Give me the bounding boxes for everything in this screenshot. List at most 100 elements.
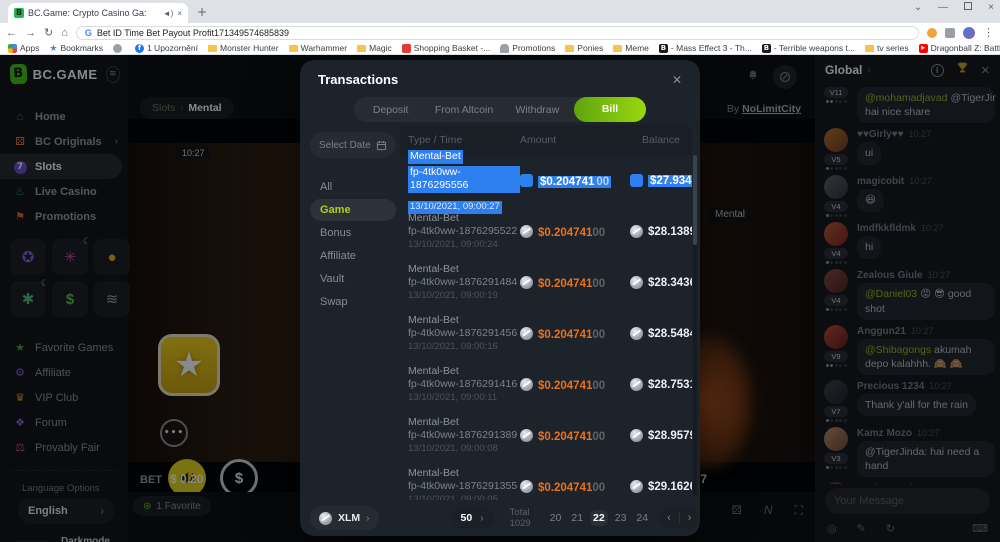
- browser-tab[interactable]: B BC.Game: Crypto Casino Ga: ◄) ×: [8, 3, 188, 23]
- filter-affiliate[interactable]: Affiliate: [310, 245, 396, 267]
- profile-avatar[interactable]: [963, 27, 975, 39]
- pagination: 20 21 22 23 24: [547, 510, 651, 526]
- chevron-right-icon: ›: [480, 513, 483, 524]
- bookmark-item[interactable]: [113, 44, 125, 53]
- b-favicon-icon: B: [762, 44, 771, 53]
- browser-chrome: B BC.Game: Crypto Casino Ga: ◄) × + ⌄ — …: [0, 0, 1000, 55]
- xlm-coin-icon: [630, 276, 643, 289]
- bookmark-item[interactable]: f1 Upozornění: [135, 43, 198, 53]
- modal-tab-bar: Deposit From Altcoin Withdraw Bill: [354, 97, 646, 122]
- transaction-row[interactable]: Mental-Betfp-4tk0ww-187629135513/10/2021…: [400, 461, 692, 500]
- site-favicon-icon: B: [14, 8, 24, 18]
- tab-search-icon[interactable]: ⌄: [914, 2, 922, 13]
- bookmark-item[interactable]: B- Terrible weapons t...: [762, 43, 855, 53]
- folder-icon: [613, 45, 622, 52]
- home-icon[interactable]: ⌂: [61, 27, 68, 39]
- chrome-menu-icon[interactable]: ⋮: [983, 26, 994, 39]
- folder-icon: [289, 45, 298, 52]
- chevron-right-icon: ›: [366, 513, 369, 524]
- apps-grid-icon: [8, 44, 17, 53]
- tab-withdraw[interactable]: Withdraw: [501, 104, 574, 116]
- tab-deposit[interactable]: Deposit: [354, 104, 427, 116]
- page-number[interactable]: 23: [612, 510, 630, 526]
- window-maximize-button[interactable]: [964, 2, 972, 13]
- extension-icon[interactable]: [927, 28, 937, 38]
- xlm-coin-icon: [520, 276, 533, 289]
- transaction-row[interactable]: Mental-Betfp-4tk0ww-187629148413/10/2021…: [400, 257, 692, 308]
- page-number[interactable]: 24: [633, 510, 651, 526]
- bookmark-item[interactable]: ★Bookmarks: [49, 43, 103, 53]
- xlm-coin-icon: [630, 378, 643, 391]
- xlm-coin-icon: [520, 378, 533, 391]
- back-icon[interactable]: ←: [6, 27, 17, 39]
- folder-icon: [357, 45, 366, 52]
- tab-from-altcoin[interactable]: From Altcoin: [427, 104, 500, 116]
- page-number[interactable]: 20: [547, 510, 565, 526]
- b-favicon-icon: B: [659, 44, 668, 53]
- extensions-puzzle-icon[interactable]: [945, 28, 955, 38]
- xlm-coin-icon: [520, 429, 533, 442]
- google-icon: G: [85, 28, 92, 38]
- filter-game[interactable]: Game: [310, 199, 396, 221]
- xlm-coin-icon: [520, 225, 533, 238]
- transaction-row[interactable]: Mental-Betfp-4tk0ww-187629145613/10/2021…: [400, 308, 692, 359]
- calendar-icon: [376, 140, 387, 151]
- forward-icon[interactable]: →: [25, 27, 36, 39]
- folder-icon: [208, 45, 217, 52]
- bookmark-item[interactable]: tv series: [865, 43, 909, 53]
- modal-scrollbar[interactable]: [693, 155, 697, 496]
- filter-bonus[interactable]: Bonus: [310, 222, 396, 244]
- bookmarks-bar: Apps ★Bookmarks f1 Upozornění Monster Hu…: [0, 42, 1000, 55]
- xlm-coin-icon: [630, 480, 643, 493]
- transaction-row[interactable]: Mental-Betfp-4tk0ww-187629141613/10/2021…: [400, 359, 692, 410]
- scrollbar-thumb[interactable]: [693, 155, 697, 245]
- prev-page-icon[interactable]: ‹: [659, 512, 679, 524]
- bookmark-item[interactable]: Promotions: [500, 43, 555, 53]
- bookmark-item[interactable]: Magic: [357, 43, 392, 53]
- next-page-icon[interactable]: ›: [680, 512, 700, 524]
- bookmark-item[interactable]: Shopping Basket -...: [402, 43, 491, 53]
- select-date-button[interactable]: Select Date: [310, 132, 396, 158]
- xlm-coin-icon: [630, 327, 643, 340]
- folder-icon: [865, 45, 874, 52]
- modal-close-icon[interactable]: ✕: [672, 73, 682, 87]
- page-number-active[interactable]: 22: [590, 510, 608, 526]
- transaction-row[interactable]: Mental-Betfp-4tk0ww-187629552213/10/2021…: [400, 206, 692, 257]
- xlm-coin-icon: [520, 327, 533, 340]
- total-count: Total 1029: [510, 507, 531, 529]
- xlm-coin-icon: [520, 174, 533, 187]
- col-amount: Amount: [520, 134, 630, 146]
- currency-selector[interactable]: XLM ›: [310, 506, 379, 530]
- window-close-button[interactable]: ×: [988, 2, 994, 13]
- filter-all[interactable]: All: [310, 176, 396, 198]
- bill-filter-list: All Game Bonus Affiliate Vault Swap: [310, 176, 396, 313]
- transaction-row-selected[interactable]: Mental-Betfp-4tk0ww-187629555613/10/2021…: [400, 155, 692, 206]
- filter-vault[interactable]: Vault: [310, 268, 396, 290]
- tab-close-icon[interactable]: ×: [177, 9, 182, 18]
- bookmark-item[interactable]: Ponies: [565, 43, 603, 53]
- bookmark-item[interactable]: Warhammer: [289, 43, 347, 53]
- bookmark-item[interactable]: Meme: [613, 43, 649, 53]
- filter-swap[interactable]: Swap: [310, 291, 396, 313]
- reload-icon[interactable]: ↻: [44, 26, 53, 39]
- url-text: Bet ID Time Bet Payout Profit17134957468…: [97, 28, 289, 38]
- page-size-selector[interactable]: 50 ›: [451, 507, 494, 529]
- address-bar[interactable]: G Bet ID Time Bet Payout Profit171349574…: [76, 26, 919, 40]
- tab-strip: B BC.Game: Crypto Casino Ga: ◄) × + ⌄ — …: [0, 0, 1000, 23]
- bookmark-item[interactable]: B- Mass Effect 3 - Th...: [659, 43, 752, 53]
- tab-title: BC.Game: Crypto Casino Ga:: [28, 8, 159, 18]
- bookmark-item[interactable]: Apps: [8, 43, 39, 53]
- tab-bill[interactable]: Bill: [574, 97, 646, 122]
- window-minimize-button[interactable]: —: [938, 2, 948, 13]
- bc-game-app: B BC.GAME ≡ ⌂ Home ⚄ BC Originals › 7 Sl…: [0, 55, 1000, 542]
- xlm-coin-icon: [630, 174, 643, 187]
- tab-audio-icon[interactable]: ◄): [163, 9, 174, 18]
- bookmark-item[interactable]: Monster Hunter: [208, 43, 279, 53]
- transaction-row[interactable]: Mental-Betfp-4tk0ww-187629138913/10/2021…: [400, 410, 692, 461]
- new-tab-button[interactable]: +: [194, 5, 210, 21]
- modal-title: Transactions: [318, 72, 398, 87]
- page-number[interactable]: 21: [568, 510, 586, 526]
- youtube-icon: ▶: [919, 44, 928, 53]
- folder-icon: [565, 45, 574, 52]
- bookmark-item[interactable]: ▶Dragonball Z: Battle...: [919, 43, 1000, 53]
